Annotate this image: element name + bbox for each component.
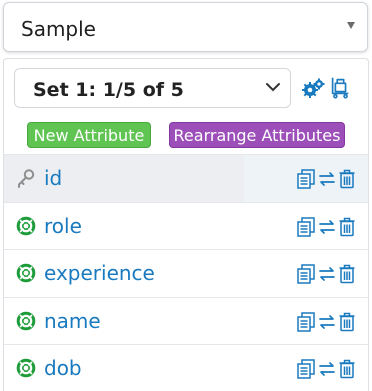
attribute-name[interactable]: name <box>44 309 101 333</box>
new-attribute-button[interactable]: New Attribute <box>27 122 151 148</box>
swap-icon[interactable] <box>318 312 336 332</box>
attribute-row-name[interactable]: name <box>4 296 368 345</box>
attribute-name[interactable]: dob <box>44 356 82 380</box>
copy-icon[interactable] <box>297 359 315 379</box>
attribute-name[interactable]: role <box>44 214 82 238</box>
trash-icon[interactable] <box>338 312 356 332</box>
row-actions <box>297 216 357 237</box>
attributes-panel: Set 1: 1/5 of 5 New Attribute Rearrange <box>3 58 369 391</box>
gears-icon[interactable] <box>301 77 325 101</box>
row-actions <box>297 264 357 284</box>
lifebuoy-icon <box>16 263 36 283</box>
trolley-icon[interactable] <box>328 75 352 99</box>
swap-icon[interactable] <box>318 264 336 284</box>
sample-select-value: Sample <box>21 17 96 41</box>
swap-icon[interactable] <box>318 359 336 379</box>
swap-icon[interactable] <box>318 169 336 189</box>
chevron-down-icon <box>266 83 280 92</box>
trash-icon[interactable] <box>338 359 356 379</box>
lifebuoy-icon <box>16 358 36 378</box>
copy-icon[interactable] <box>297 264 315 284</box>
row-actions <box>297 169 357 189</box>
attribute-list: id role experience name dob <box>4 154 368 391</box>
row-actions <box>297 359 357 379</box>
attribute-name[interactable]: id <box>44 166 62 190</box>
sample-select[interactable]: Sample <box>3 2 368 52</box>
trash-icon[interactable] <box>338 264 356 284</box>
attribute-row-experience[interactable]: experience <box>4 249 368 297</box>
key-icon <box>18 169 35 188</box>
row-actions <box>297 311 357 332</box>
trash-icon[interactable] <box>338 217 356 237</box>
copy-icon[interactable] <box>297 169 315 189</box>
copy-icon[interactable] <box>297 216 315 237</box>
attribute-name[interactable]: experience <box>44 261 155 285</box>
attribute-row-id[interactable]: id <box>4 154 368 202</box>
rearrange-attributes-button[interactable]: Rearrange Attributes <box>169 122 345 148</box>
lifebuoy-icon <box>16 216 36 235</box>
attribute-row-role[interactable]: role <box>4 201 368 250</box>
trash-icon[interactable] <box>338 169 356 189</box>
swap-icon[interactable] <box>318 217 336 237</box>
caret-down-icon <box>347 22 355 29</box>
copy-icon[interactable] <box>297 311 315 332</box>
set-select[interactable]: Set 1: 1/5 of 5 <box>14 68 291 108</box>
lifebuoy-icon <box>16 311 36 330</box>
attribute-row-dob[interactable]: dob <box>4 344 368 391</box>
set-select-value: Set 1: 1/5 of 5 <box>33 79 184 101</box>
